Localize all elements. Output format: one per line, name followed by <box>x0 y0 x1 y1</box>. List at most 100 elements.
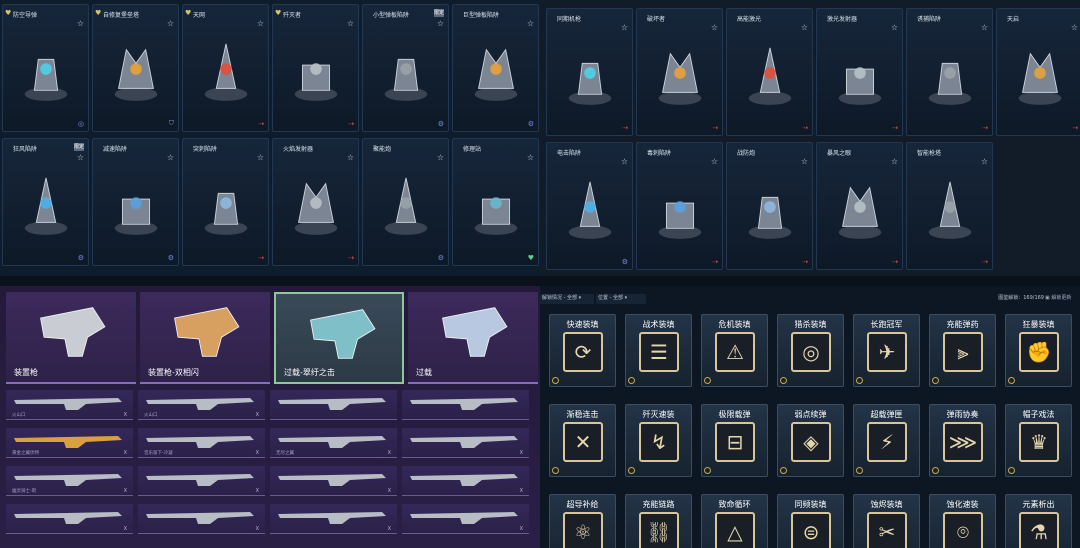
turret-image <box>831 167 889 249</box>
turret-card[interactable]: 歼灭者 ♥ ☆ ⇢ <box>272 4 359 132</box>
chip-card[interactable]: 帽子戏法 ♛ <box>1005 404 1072 477</box>
turret-card[interactable]: 战防炮 ☆ ⇢ <box>726 142 813 270</box>
star-icon[interactable]: ☆ <box>347 153 354 162</box>
weapon-card-small[interactable]: X <box>270 504 397 534</box>
favorite-icon[interactable]: ♥ <box>95 9 101 17</box>
turret-card[interactable]: 暴风之眼 ☆ ⇢ <box>816 142 903 270</box>
turret-card[interactable]: 聚能炮 ☆ ⚙ <box>362 138 449 266</box>
turret-card[interactable]: 防空导弹 ♥ ☆ ◎ <box>2 4 89 132</box>
turret-card[interactable]: 小型弹板陷阱 限定 ☆ ⚙ <box>362 4 449 132</box>
chip-card[interactable]: 超导补给 ⚛ <box>549 494 616 548</box>
turret-card[interactable]: 修理站 ☆ ♥ <box>452 138 539 266</box>
chip-card[interactable]: 歼灭速装 ↯ <box>625 404 692 477</box>
weapon-card-small[interactable]: 无尽之翼 X <box>270 428 397 458</box>
weapon-card-small[interactable]: X <box>402 428 529 458</box>
chip-card[interactable]: 猎杀装填 ◎ <box>777 314 844 387</box>
star-icon[interactable]: ☆ <box>801 157 808 166</box>
turret-card[interactable]: 狂风陷阱 限定 ☆ ⚙ <box>2 138 89 266</box>
weapon-card-large[interactable]: 装置枪 <box>6 292 136 384</box>
star-icon[interactable]: ☆ <box>437 153 444 162</box>
chip-card[interactable]: 元素析出 ⚗ <box>1005 494 1072 548</box>
position-filter[interactable]: 位置 - 全部 ▾ <box>596 294 646 304</box>
rifle-image <box>146 398 254 410</box>
turret-card[interactable]: 减速陷阱 ☆ ⚙ <box>92 138 179 266</box>
weapon-card-small[interactable]: 火山口 X <box>138 390 265 420</box>
unlock-filter[interactable]: 解锁情况 - 全部 ▾ <box>540 294 594 304</box>
star-icon[interactable]: ☆ <box>527 19 534 28</box>
weapon-card-large[interactable]: 过载 <box>408 292 538 384</box>
star-icon[interactable]: ☆ <box>891 157 898 166</box>
weapon-card-small[interactable]: 幽灵骑士-刺 X <box>6 466 133 496</box>
weapon-card-small[interactable]: X <box>270 466 397 496</box>
chip-card[interactable]: 快速装填 ⟳ <box>549 314 616 387</box>
turret-card[interactable]: 智能枪塔 ☆ ⇢ <box>906 142 993 270</box>
chip-card[interactable]: 致命循环 △ <box>701 494 768 548</box>
weapon-card-small[interactable]: X <box>402 466 529 496</box>
star-icon[interactable]: ☆ <box>437 19 444 28</box>
chip-icon: ⛓ <box>639 512 679 548</box>
turret-card[interactable]: 自修复堡垒塔 ♥ ☆ ⛉ <box>92 4 179 132</box>
turret-card[interactable]: 毒刺陷阱 ☆ ⇢ <box>636 142 723 270</box>
weapon-card-small[interactable]: X <box>138 466 265 496</box>
cross-icon: X <box>123 488 127 494</box>
chip-card[interactable]: 危机装填 ⚠ <box>701 314 768 387</box>
weapon-card-small[interactable] <box>402 390 529 420</box>
star-icon[interactable]: ☆ <box>891 23 898 32</box>
star-icon[interactable]: ☆ <box>257 19 264 28</box>
turret-card[interactable]: 同期机枪 ☆ ⇢ <box>546 8 633 136</box>
chip-card[interactable]: 弹雨协奏 ⋙ <box>929 404 996 477</box>
turret-name: 减速陷阱 <box>103 146 128 153</box>
weapon-card-small[interactable]: 黄金之翼伏特 X <box>6 428 133 458</box>
weapon-card-small[interactable]: 音乐留下-冷凝 X <box>138 428 265 458</box>
star-icon[interactable]: ☆ <box>981 157 988 166</box>
chip-card[interactable]: 充能链路 ⛓ <box>625 494 692 548</box>
chip-card[interactable]: 充能弹药 ⫸ <box>929 314 996 387</box>
star-icon[interactable]: ☆ <box>621 157 628 166</box>
turret-card[interactable]: 激光发射器 ☆ ⇢ <box>816 8 903 136</box>
star-icon[interactable]: ☆ <box>801 23 808 32</box>
turret-card[interactable]: 天网 ♥ ☆ ⇢ <box>182 4 269 132</box>
star-icon[interactable]: ☆ <box>77 153 84 162</box>
star-icon[interactable]: ☆ <box>257 153 264 162</box>
star-icon[interactable]: ☆ <box>527 153 534 162</box>
weapon-card-large[interactable]: 装置枪-双相闪 <box>140 292 270 384</box>
turret-card[interactable]: 火焰发射器 ☆ ⇢ <box>272 138 359 266</box>
weapon-card-small[interactable]: X <box>138 504 265 534</box>
weapon-card-small[interactable]: X <box>6 504 133 534</box>
star-icon[interactable]: ☆ <box>347 19 354 28</box>
favorite-icon[interactable]: ♥ <box>5 9 11 17</box>
favorite-icon[interactable]: ♥ <box>185 9 191 17</box>
chip-card[interactable]: 极限载弹 ⊟ <box>701 404 768 477</box>
star-icon[interactable]: ☆ <box>621 23 628 32</box>
star-icon[interactable]: ☆ <box>981 23 988 32</box>
chip-name: 长跑冠军 <box>870 320 903 329</box>
star-icon[interactable]: ☆ <box>167 19 174 28</box>
turret-card[interactable]: 诱捕陷阱 ☆ ⇢ <box>906 8 993 136</box>
chip-card[interactable]: 蚀烬装填 ✂ <box>853 494 920 548</box>
turret-card[interactable]: 电击陷阱 ☆ ⚙ <box>546 142 633 270</box>
star-icon[interactable]: ☆ <box>711 23 718 32</box>
favorite-icon[interactable]: ♥ <box>275 9 281 17</box>
star-icon[interactable]: ☆ <box>711 157 718 166</box>
weapon-card-small[interactable] <box>270 390 397 420</box>
weapon-card-small[interactable]: X <box>402 504 529 534</box>
turret-card[interactable]: 天启 ☆ ⇢ <box>996 8 1080 136</box>
turret-card[interactable]: 高能激光 ☆ ⇢ <box>726 8 813 136</box>
chip-card[interactable]: 弱点续弹 ◈ <box>777 404 844 477</box>
star-icon[interactable]: ☆ <box>77 19 84 28</box>
chip-card[interactable]: 渐稳连击 ✕ <box>549 404 616 477</box>
weapon-card-small[interactable]: 火山口 X <box>6 390 133 420</box>
turret-card[interactable]: 突刺陷阱 ☆ ⇢ <box>182 138 269 266</box>
chip-card[interactable]: 超载弹匣 ⚡ <box>853 404 920 477</box>
chip-card[interactable]: 战术装填 ☰ <box>625 314 692 387</box>
turret-card[interactable]: 巨型弹板陷阱 ☆ ⚙ <box>452 4 539 132</box>
star-icon[interactable]: ☆ <box>167 153 174 162</box>
star-icon[interactable]: ☆ <box>1071 23 1078 32</box>
chip-card[interactable]: 同频装填 ⊜ <box>777 494 844 548</box>
weapon-card-large[interactable]: 过载-翠纡之击 <box>274 292 404 384</box>
chip-card[interactable]: 狂暴装填 ✊ <box>1005 314 1072 387</box>
turret-card[interactable]: 破坏者 ☆ ⇢ <box>636 8 723 136</box>
unlock-update-button[interactable]: ▣ 解锁更新 <box>1045 294 1080 304</box>
chip-card[interactable]: 长跑冠军 ✈ <box>853 314 920 387</box>
chip-card[interactable]: 蚀化速装 ⌾ <box>929 494 996 548</box>
